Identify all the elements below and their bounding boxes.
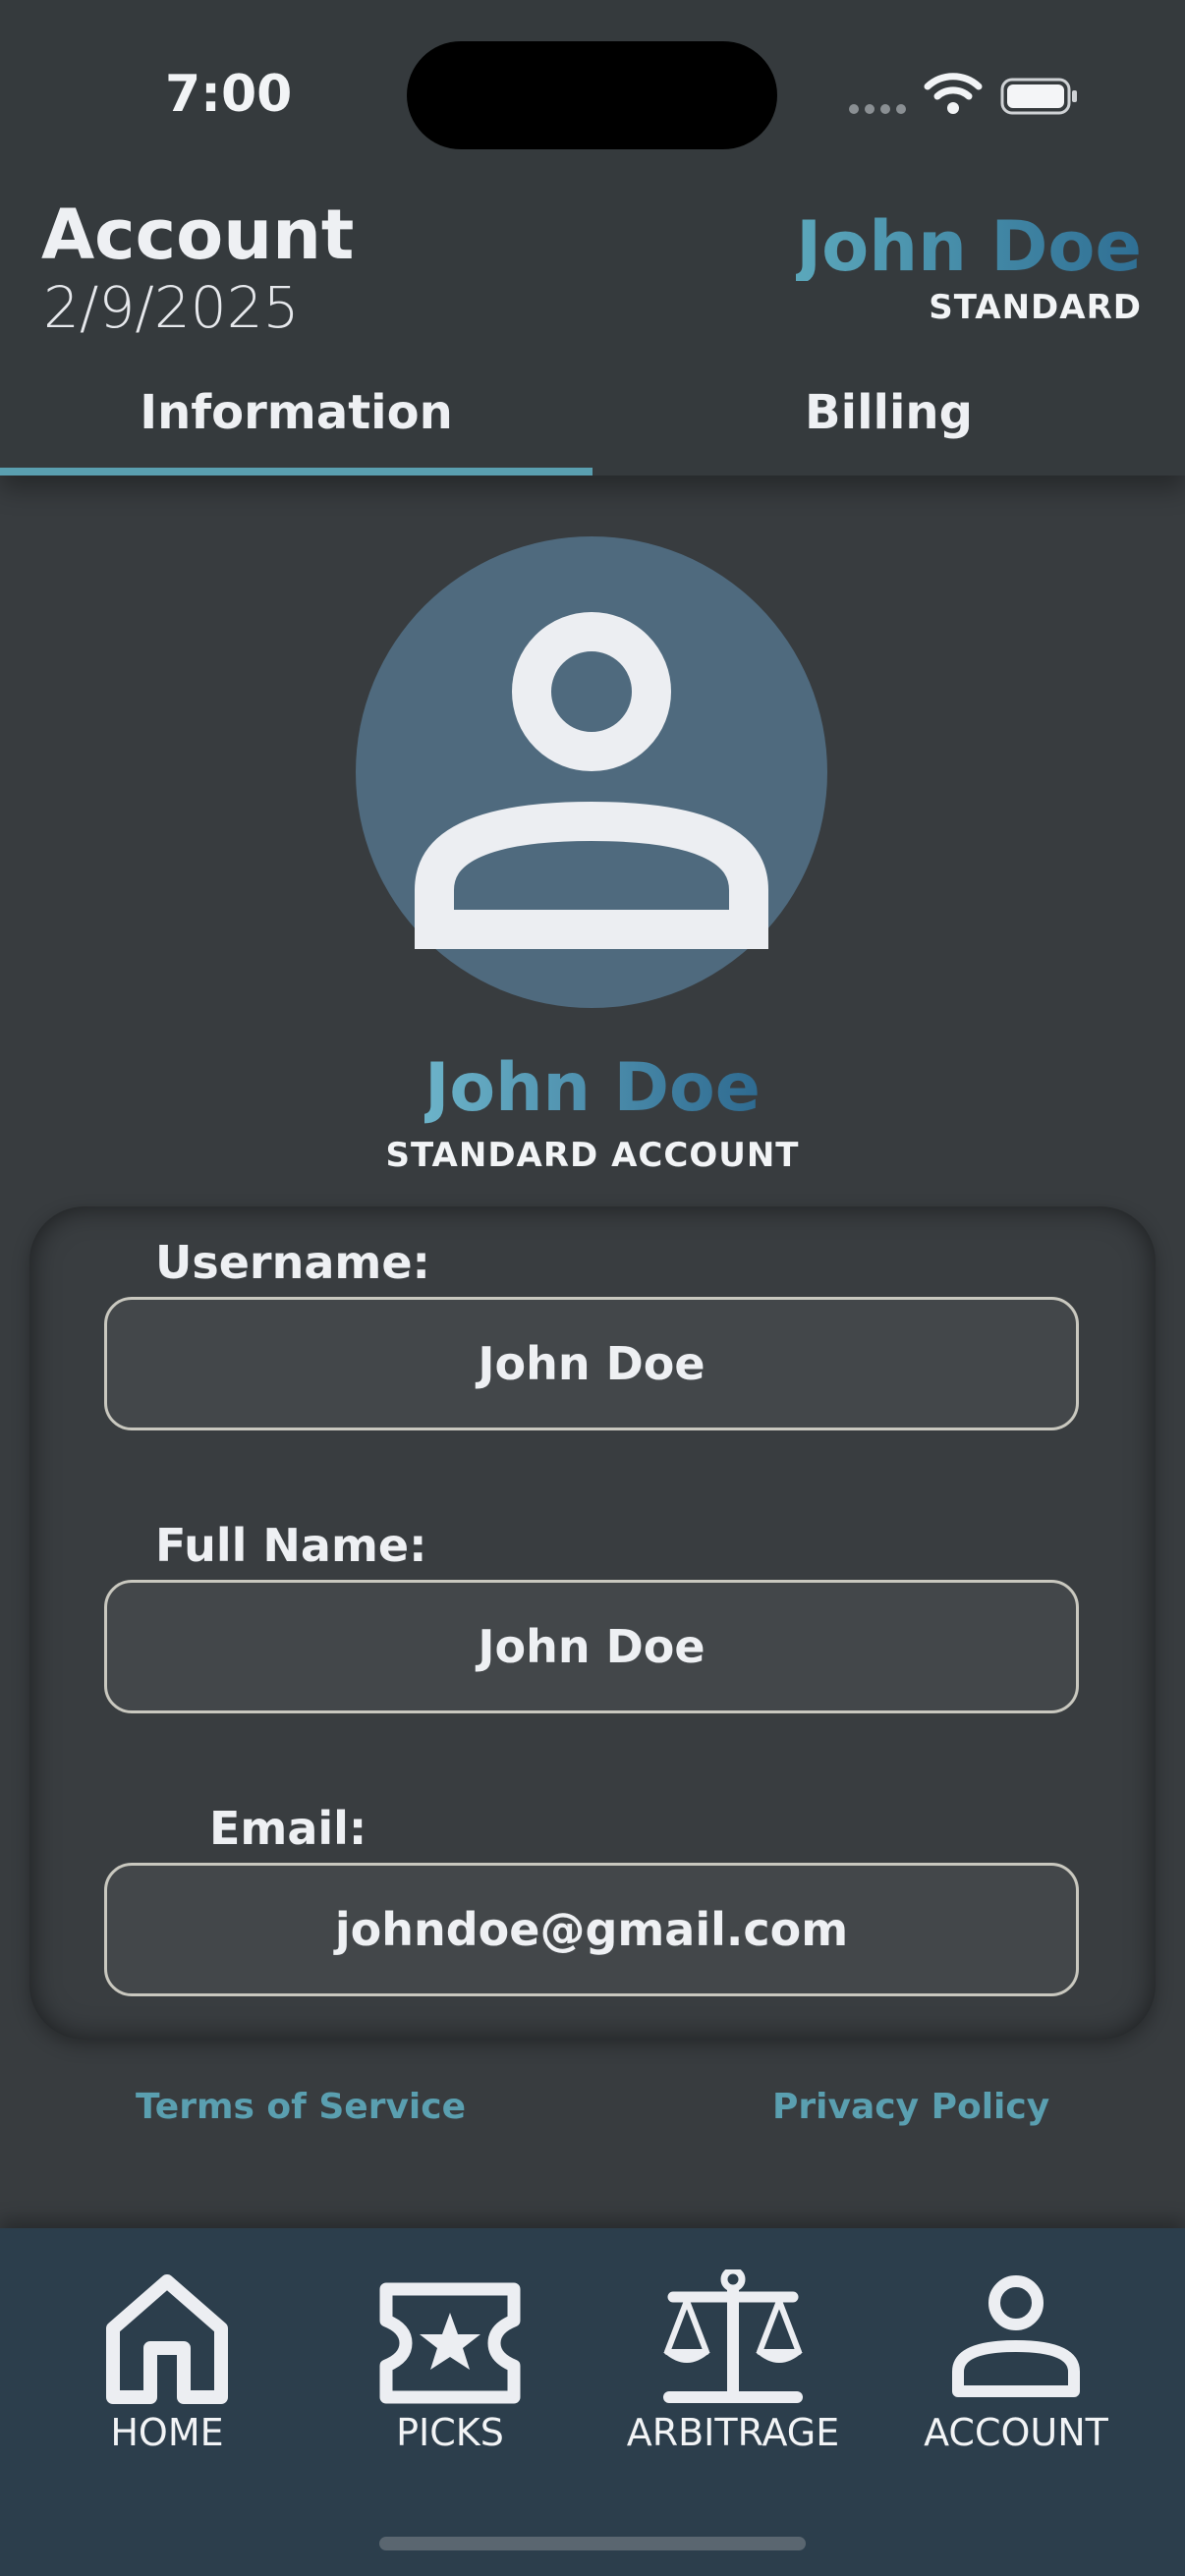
full-name-label: Full Name:	[155, 1519, 427, 1572]
cellular-signal-icon	[849, 104, 908, 114]
profile-account-type: STANDARD ACCOUNT	[385, 1136, 800, 1175]
nav-label-home: HOME	[110, 2411, 224, 2454]
tab-information[interactable]: Information	[0, 385, 592, 476]
active-tab-indicator	[0, 468, 592, 476]
page-date: 2/9/2025	[43, 274, 300, 341]
nav-item-picks[interactable]: PICKS	[322, 2269, 578, 2466]
privacy-policy-link[interactable]: Privacy Policy	[772, 2087, 1049, 2127]
terms-of-service-link[interactable]: Terms of Service	[136, 2087, 466, 2127]
scale-icon	[663, 2269, 803, 2403]
home-indicator[interactable]	[379, 2537, 806, 2550]
user-icon	[415, 612, 768, 949]
bottom-nav: HOME PICKS ARBITRAGE ACCOUNT	[0, 2228, 1185, 2576]
dynamic-island	[407, 41, 777, 149]
full-name-field[interactable]: John Doe	[104, 1580, 1079, 1713]
header-user-name: John Doe	[796, 206, 1142, 287]
status-time: 7:00	[165, 65, 293, 124]
email-field[interactable]: johndoe@gmail.com	[104, 1863, 1079, 1996]
wifi-icon	[924, 73, 983, 114]
avatar[interactable]	[356, 536, 827, 1008]
email-label: Email:	[209, 1802, 367, 1855]
nav-label-account: ACCOUNT	[924, 2411, 1108, 2454]
account-screen: 7:00 Account 2/9/2025 John Doe STANDARD …	[0, 0, 1185, 2576]
account-info-card: Username: John Doe Full Name: John Doe E…	[29, 1206, 1156, 2040]
profile-name: John Doe	[424, 1049, 761, 1127]
nav-label-arbitrage: ARBITRAGE	[626, 2411, 840, 2454]
home-icon	[106, 2274, 228, 2404]
header-tier-badge: STANDARD	[929, 288, 1142, 327]
nav-item-home[interactable]: HOME	[39, 2269, 295, 2466]
user-icon	[952, 2275, 1080, 2397]
header: 7:00 Account 2/9/2025 John Doe STANDARD …	[0, 0, 1185, 476]
nav-label-picks: PICKS	[396, 2411, 504, 2454]
username-label: Username:	[155, 1236, 430, 1289]
tab-billing[interactable]: Billing	[592, 385, 1185, 476]
username-field[interactable]: John Doe	[104, 1297, 1079, 1430]
ticket-star-icon	[379, 2282, 521, 2404]
battery-icon	[1000, 78, 1077, 115]
page-title: Account	[41, 195, 355, 275]
nav-item-account[interactable]: ACCOUNT	[888, 2269, 1144, 2466]
nav-item-arbitrage[interactable]: ARBITRAGE	[605, 2269, 861, 2466]
